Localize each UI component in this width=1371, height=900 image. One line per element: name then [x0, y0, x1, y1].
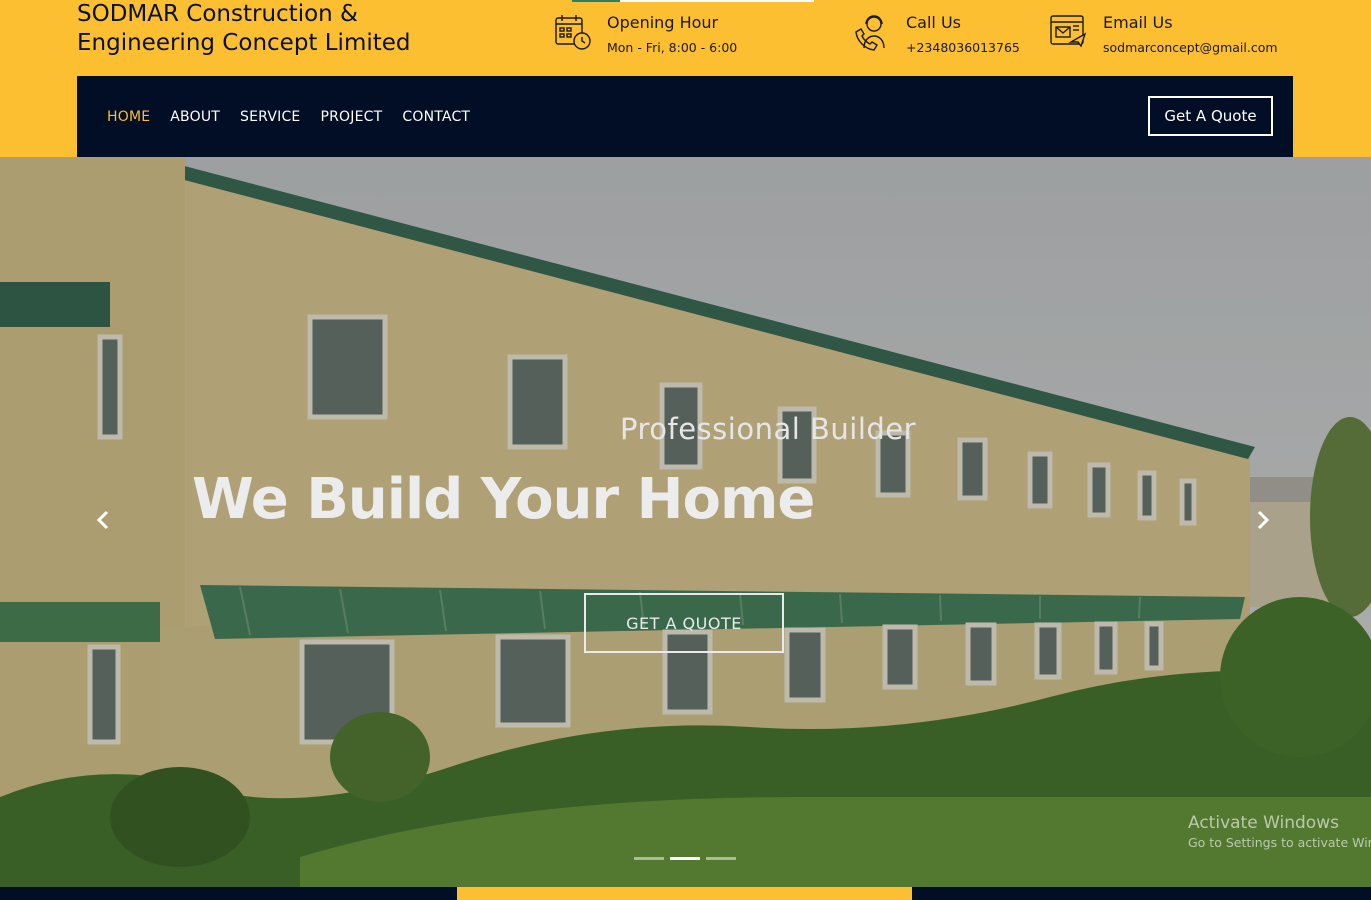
- brand-name[interactable]: SODMAR Construction & Engineering Concep…: [77, 0, 477, 58]
- get-a-quote-button[interactable]: Get A Quote: [1148, 96, 1273, 136]
- carousel-indicator-2[interactable]: [670, 857, 700, 860]
- opening-hours-value: Mon - Fri, 8:00 - 6:00: [607, 40, 738, 55]
- hero-subtitle: Professional Builder: [620, 412, 917, 446]
- carousel-indicator-1[interactable]: [634, 857, 664, 860]
- opening-hours-block: Opening Hour Mon - Fri, 8:00 - 6:00: [553, 12, 737, 59]
- carousel-indicators: [634, 857, 742, 860]
- bottom-feature-bar: [0, 887, 1371, 900]
- chevron-right-icon: [1257, 510, 1270, 530]
- hero-get-a-quote-button[interactable]: GET A QUOTE: [584, 593, 784, 653]
- carousel-indicator-3[interactable]: [706, 857, 736, 860]
- watermark-line-2: Go to Settings to activate Windows.: [1188, 835, 1371, 850]
- nav-item-project[interactable]: PROJECT: [320, 109, 382, 125]
- hero-title: We Build Your Home: [192, 467, 815, 532]
- email-us-address[interactable]: sodmarconcept@gmail.com: [1103, 37, 1278, 59]
- watermark-line-1: Activate Windows: [1188, 813, 1339, 833]
- support-agent-icon: [855, 15, 885, 51]
- brand-line-2: Engineering Concept Limited: [77, 30, 411, 56]
- call-us-phone[interactable]: +2348036013765: [906, 37, 1020, 59]
- nav-item-contact[interactable]: CONTACT: [402, 109, 470, 125]
- nav-menu: HOME ABOUT SERVICE PROJECT CONTACT: [107, 76, 490, 157]
- opening-hours-title: Opening Hour: [607, 13, 719, 32]
- chevron-left-icon: [96, 510, 109, 530]
- brand-line-1: SODMAR Construction &: [77, 1, 358, 27]
- top-decor-stripe: [572, 0, 814, 2]
- call-us-title: Call Us: [906, 13, 961, 32]
- calendar-clock-icon: [555, 15, 591, 50]
- email-icon: [1050, 15, 1087, 48]
- email-us-title: Email Us: [1103, 13, 1173, 32]
- top-header: SODMAR Construction & Engineering Concep…: [0, 0, 1371, 157]
- windows-activation-watermark: Activate Windows Go to Settings to activ…: [1188, 813, 1371, 850]
- nav-item-service[interactable]: SERVICE: [240, 109, 300, 125]
- hero-carousel: Professional Builder We Build Your Home …: [0, 157, 1371, 887]
- carousel-prev-button[interactable]: [96, 510, 110, 536]
- call-us-block: Call Us +2348036013765: [852, 12, 1020, 59]
- carousel-next-button[interactable]: [1256, 510, 1270, 536]
- nav-item-about[interactable]: ABOUT: [170, 109, 220, 125]
- main-navbar: HOME ABOUT SERVICE PROJECT CONTACT Get A…: [77, 76, 1293, 157]
- email-us-block: Email Us sodmarconcept@gmail.com: [1049, 12, 1278, 59]
- nav-item-home[interactable]: HOME: [107, 109, 150, 125]
- bottom-feature-bar-highlight: [457, 887, 912, 900]
